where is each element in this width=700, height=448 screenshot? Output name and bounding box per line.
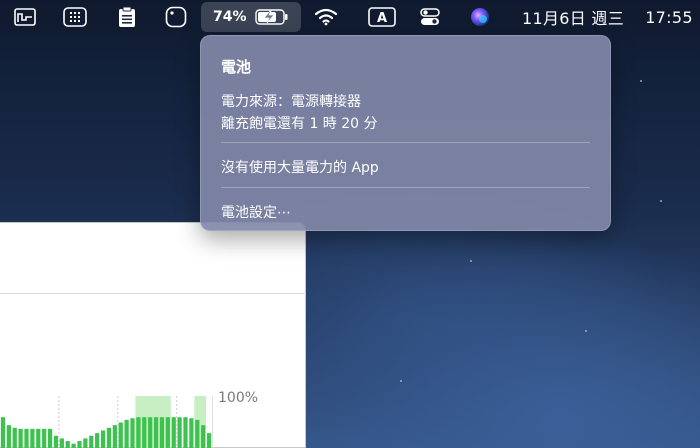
battery-level-bar [189, 418, 194, 448]
battery-level-bar [206, 433, 212, 448]
battery-level-bar [130, 418, 135, 448]
menu-separator [221, 142, 590, 143]
rounded-square-icon [165, 6, 187, 28]
battery-level-bar [18, 428, 23, 448]
battery-level-bar [201, 425, 206, 448]
activity-monitor-icon-graphic [14, 8, 36, 26]
battery-level-bar [0, 417, 6, 448]
battery-level-bar [89, 435, 94, 448]
battery-settings-menu-item[interactable]: 電池設定⋯ [221, 202, 291, 222]
battery-level-bar [142, 417, 147, 448]
wifi-icon-graphic [314, 8, 338, 26]
keypad-icon [63, 7, 87, 27]
power-source-label: 電力來源：電源轉接器 [221, 94, 361, 110]
clipboard-icon[interactable] [115, 0, 139, 34]
star [660, 200, 662, 202]
battery-level-bar [36, 428, 41, 448]
star [640, 80, 642, 82]
battery-level-bar [30, 428, 35, 448]
battery-level-bar [83, 438, 88, 448]
battery-percentage: 74% [213, 9, 247, 25]
battery-level-bar [177, 417, 182, 448]
siri-icon[interactable] [468, 0, 492, 34]
battery-level-bar [53, 435, 59, 448]
battery-level-bar [124, 419, 129, 448]
background-app-window: 100% [0, 222, 306, 448]
star [400, 380, 402, 382]
input-source-icon[interactable]: A [367, 0, 397, 34]
battery-level-bar [77, 441, 82, 448]
battery-level-bar [100, 430, 106, 448]
battery-level-bar [171, 417, 176, 448]
battery-level-bar [118, 422, 123, 448]
control-center-toggles-icon [420, 8, 440, 25]
battery-level-bar [112, 425, 117, 448]
siri-orb-icon [471, 8, 489, 26]
time-to-full-label: 離充飽電還有 1 時 20 分 [221, 116, 378, 132]
battery-dropdown-menu: 電池 電力來源：電源轉接器 離充飽電還有 1 時 20 分 沒有使用大量電力的 … [200, 35, 611, 231]
battery-charging-icon [254, 9, 288, 25]
star [470, 260, 472, 262]
battery-level-bar [65, 441, 70, 448]
battery-level-bar [106, 427, 112, 448]
menubar-time[interactable]: 17:55 [640, 0, 698, 34]
battery-level-bar [6, 425, 11, 448]
control-center-icon[interactable] [418, 0, 442, 34]
battery-level-bar [136, 417, 141, 448]
battery-level-bar [183, 417, 188, 448]
battery-level-bar [12, 427, 17, 448]
menu-extra-rounded-square-icon[interactable] [164, 0, 188, 34]
menu-extra-keypad-icon[interactable] [62, 0, 88, 34]
battery-level-bar [148, 417, 153, 448]
battery-level-bar [195, 419, 200, 448]
charging-band [135, 396, 171, 448]
battery-level-bar [24, 428, 29, 448]
battery-level-bar [42, 428, 47, 448]
chart-y-tick-100: 100% [218, 390, 259, 406]
battery-level-bar [59, 438, 64, 448]
battery-level-bar [47, 428, 53, 448]
window-divider [0, 293, 306, 294]
menubar-date[interactable]: 11月6日 週三 [510, 0, 636, 34]
clipboard-icon-graphic [119, 6, 135, 27]
battery-level-bar [153, 417, 159, 448]
svg-text:A: A [377, 11, 387, 26]
battery-level-bar [71, 443, 76, 448]
battery-level-bar [165, 417, 170, 448]
star [585, 330, 587, 332]
battery-level-bar [95, 433, 100, 448]
activity-monitor-icon[interactable] [12, 0, 38, 34]
battery-level-bar [159, 417, 165, 448]
chart-right-border [212, 396, 213, 448]
menu-separator [221, 187, 590, 188]
input-source-a-icon: A [368, 7, 396, 27]
menu-bar: 74% A 11月6日 週三 17:55 [0, 0, 700, 34]
apps-using-energy-status: 沒有使用大量電力的 App [221, 160, 379, 176]
battery-menu-title: 電池 [221, 58, 252, 76]
wifi-icon[interactable] [312, 0, 340, 34]
battery-level-chart [0, 396, 212, 448]
battery-menu-button[interactable]: 74% [201, 2, 301, 32]
